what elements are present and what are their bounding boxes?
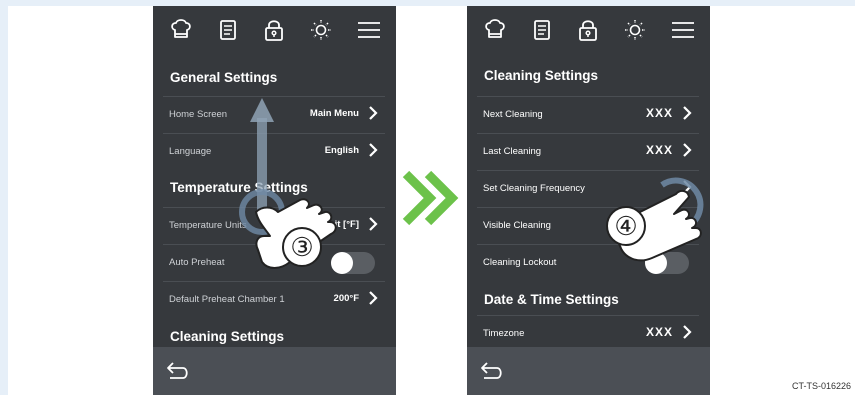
row-label: Temperature Units — [169, 220, 247, 231]
row-label: Visible Cleaning — [483, 220, 551, 231]
chevron-right-icon — [683, 217, 692, 231]
row-label: Home Screen — [169, 109, 228, 120]
section-general-settings: General Settings — [170, 70, 278, 85]
auto-preheat-toggle[interactable] — [331, 252, 375, 274]
brightness-icon[interactable] — [307, 16, 335, 44]
menu-icon[interactable] — [669, 16, 697, 44]
chevron-right-icon — [683, 325, 692, 339]
chevron-right-icon — [683, 143, 692, 157]
menu-icon[interactable] — [355, 16, 383, 44]
chevron-right-icon — [683, 106, 692, 120]
row-label: Language — [169, 146, 212, 157]
row-home-screen[interactable]: Home Screen Main Menu — [163, 96, 385, 133]
double-chevron-right-icon — [402, 170, 459, 226]
row-auto-preheat: Auto Preheat — [163, 244, 385, 281]
chevron-right-icon — [369, 143, 378, 157]
frame-top-border — [0, 0, 855, 6]
section-cleaning-settings: Cleaning Settings — [484, 68, 599, 83]
chevron-right-icon — [369, 217, 378, 231]
row-value: XXX — [645, 325, 673, 339]
row-language[interactable]: Language English — [163, 133, 385, 170]
left-screen: General Settings Home Screen Main Menu L… — [153, 6, 396, 395]
row-default-preheat[interactable]: Default Preheat Chamber 1 200°F — [163, 281, 385, 318]
right-screen: Cleaning Settings Next Cleaning XXX Last… — [467, 6, 710, 395]
chevron-right-icon — [369, 106, 378, 120]
section-cleaning-settings: Cleaning Settings — [170, 329, 285, 344]
back-icon[interactable] — [479, 359, 505, 383]
row-value: XXX — [645, 106, 673, 120]
chef-hat-icon[interactable] — [481, 16, 509, 44]
bottom-bar — [467, 347, 710, 395]
row-label: Auto Preheat — [169, 257, 225, 268]
row-label: Cleaning Lockout — [483, 257, 557, 268]
section-temperature-settings: Temperature Settings — [170, 180, 308, 195]
cleaning-lockout-toggle[interactable] — [645, 252, 689, 274]
toggle-knob — [645, 252, 667, 274]
row-label: Next Cleaning — [483, 109, 543, 120]
lock-icon[interactable] — [260, 16, 288, 44]
frame-left-border — [0, 0, 8, 395]
recipe-book-icon[interactable] — [528, 16, 556, 44]
row-temperature-units[interactable]: Temperature Units Fahrenheit [°F] — [163, 207, 385, 244]
chevron-right-icon — [683, 180, 692, 194]
row-set-cleaning-frequency[interactable]: Set Cleaning Frequency — [477, 170, 699, 207]
brightness-icon[interactable] — [621, 16, 649, 44]
step-number-badge: ③ — [282, 227, 322, 267]
top-nav-bar — [467, 6, 710, 58]
row-value: 200°F — [333, 293, 359, 304]
lock-icon[interactable] — [574, 16, 602, 44]
bottom-bar — [153, 347, 396, 395]
row-cleaning-lockout: Cleaning Lockout — [477, 244, 699, 281]
step-number-badge: ④ — [606, 206, 646, 246]
row-visible-cleaning[interactable]: Visible Cleaning — [477, 207, 699, 244]
toggle-knob — [331, 252, 353, 274]
row-label: Timezone — [483, 328, 525, 339]
figure-code: CT-TS-016226 — [791, 381, 851, 391]
back-icon[interactable] — [165, 359, 191, 383]
section-date-time-settings: Date & Time Settings — [484, 292, 619, 307]
row-value: English — [324, 145, 359, 156]
chef-hat-icon[interactable] — [167, 16, 195, 44]
recipe-book-icon[interactable] — [214, 16, 242, 44]
top-nav-bar — [153, 6, 396, 58]
chevron-right-icon — [369, 291, 378, 305]
row-label: Last Cleaning — [483, 146, 542, 157]
row-label: Default Preheat Chamber 1 — [169, 294, 285, 305]
row-last-cleaning[interactable]: Last Cleaning XXX — [477, 133, 699, 170]
row-next-cleaning[interactable]: Next Cleaning XXX — [477, 96, 699, 133]
row-value: Main Menu — [309, 108, 359, 119]
row-label: Set Cleaning Frequency — [483, 183, 585, 194]
row-value: XXX — [645, 143, 673, 157]
